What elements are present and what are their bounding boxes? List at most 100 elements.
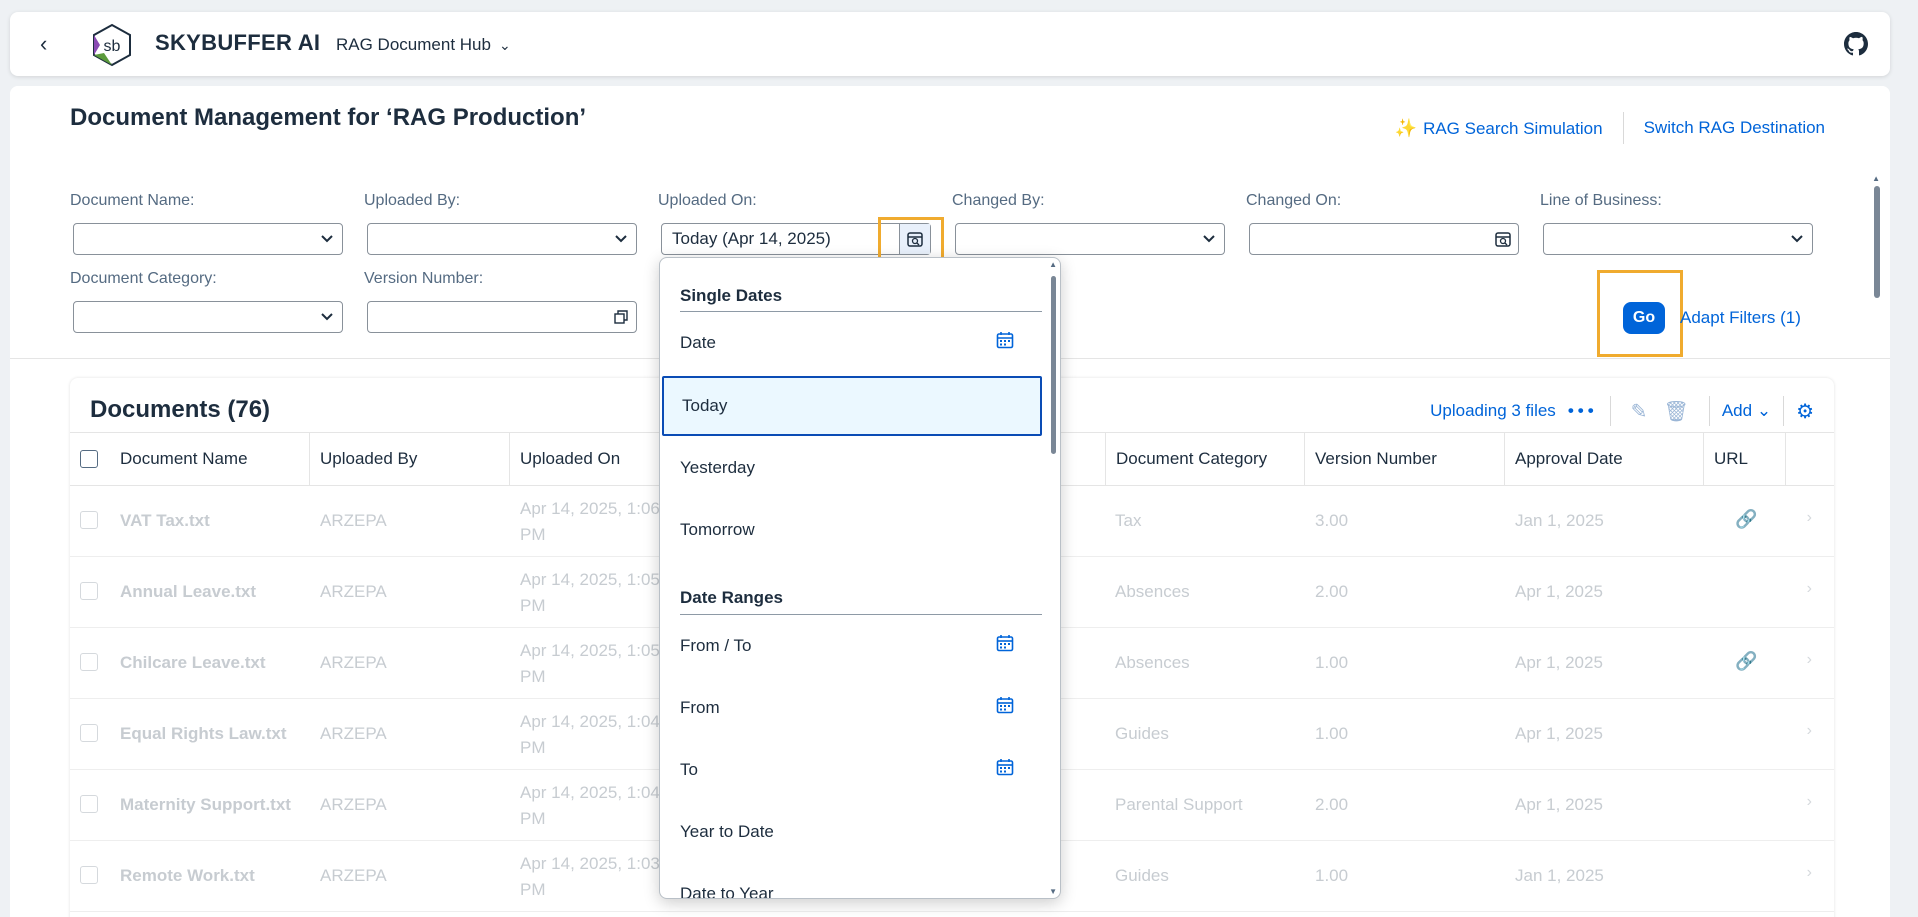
- header-actions: ✨ RAG Search Simulation Switch RAG Destin…: [1395, 112, 1825, 144]
- page-scrollbar[interactable]: [1874, 186, 1880, 298]
- chevron-right-icon[interactable]: ›: [1807, 793, 1812, 811]
- link-icon[interactable]: 🔗: [1735, 651, 1757, 672]
- approval-date-cell: Apr 1, 2025: [1515, 795, 1603, 814]
- back-icon[interactable]: ‹: [40, 33, 47, 55]
- option-today[interactable]: Today: [662, 376, 1042, 436]
- option-to[interactable]: To: [660, 740, 1044, 800]
- column-header[interactable]: Document Category: [1105, 433, 1305, 485]
- edit-icon[interactable]: ✎: [1631, 399, 1648, 424]
- option-label: Today: [682, 396, 728, 415]
- version-number-input[interactable]: [367, 301, 637, 333]
- uploaded-by-cell: ARZEPA: [320, 582, 387, 601]
- document-name-cell: Remote Work.txt: [120, 866, 255, 885]
- divider: [680, 614, 1042, 615]
- document-name-select[interactable]: [73, 223, 343, 255]
- link-icon[interactable]: 🔗: [1735, 509, 1757, 530]
- approval-date-cell: Apr 1, 2025: [1515, 582, 1603, 601]
- document-category-cell: Guides: [1115, 724, 1169, 743]
- option-yesterday[interactable]: Yesterday: [660, 438, 1044, 498]
- uploaded-on-line2: PM: [520, 596, 546, 615]
- delete-icon[interactable]: 🗑: [1663, 399, 1688, 424]
- gear-icon[interactable]: ⚙: [1796, 399, 1814, 424]
- chevron-right-icon[interactable]: ›: [1807, 651, 1812, 669]
- option-label: Tomorrow: [680, 520, 755, 539]
- app-title-menu[interactable]: RAG Document Hub ⌄: [336, 35, 511, 55]
- chevron-right-icon[interactable]: ›: [1807, 722, 1812, 740]
- line-of-business-select[interactable]: [1543, 223, 1813, 255]
- date-ranges-header: Date Ranges: [680, 588, 783, 607]
- uploaded-on-line1: Apr 14, 2025, 1:05: [520, 641, 660, 660]
- uploaded-on-cell: Apr 14, 2025, 1:05 PM: [510, 638, 660, 690]
- document-category-cell: Guides: [1115, 866, 1169, 885]
- document-category-label: Document Category:: [70, 270, 217, 287]
- row-checkbox[interactable]: [80, 653, 98, 671]
- option-date-to-year[interactable]: Date to Year: [660, 864, 1044, 898]
- option-tomorrow[interactable]: Tomorrow: [660, 500, 1044, 560]
- scroll-down-icon[interactable]: ▼: [1049, 887, 1057, 896]
- document-name-cell: Equal Rights Law.txt: [120, 724, 287, 743]
- rag-search-link[interactable]: ✨ RAG Search Simulation: [1395, 118, 1603, 139]
- uploaded-on-line2: PM: [520, 525, 546, 544]
- uploaded-on-line2: PM: [520, 880, 546, 899]
- switch-destination-link[interactable]: Switch RAG Destination: [1644, 118, 1825, 138]
- option-label: From / To: [680, 636, 752, 655]
- option-year-to-date[interactable]: Year to Date: [660, 802, 1044, 862]
- row-checkbox[interactable]: [80, 511, 98, 529]
- row-checkbox[interactable]: [80, 724, 98, 742]
- uploaded-on-line2: PM: [520, 667, 546, 686]
- chevron-down-icon: ⌄: [1756, 401, 1772, 420]
- column-header[interactable]: Uploaded On: [510, 433, 660, 485]
- uploaded-on-line1: Apr 14, 2025, 1:04: [520, 712, 660, 731]
- date-picker-icon[interactable]: [1488, 224, 1518, 254]
- column-header[interactable]: URL: [1704, 433, 1786, 485]
- date-options-popover: Single Dates Date Today Yesterday Tomorr…: [659, 257, 1061, 899]
- version-number-label: Version Number:: [364, 270, 484, 287]
- option-label: From: [680, 698, 720, 717]
- uploaded-on-cell: Apr 14, 2025, 1:04 PM: [510, 780, 660, 832]
- row-checkbox[interactable]: [80, 582, 98, 600]
- changed-by-select[interactable]: [955, 223, 1225, 255]
- add-button[interactable]: Add ⌄: [1722, 401, 1771, 421]
- document-category-cell: Parental Support: [1115, 795, 1243, 814]
- column-header[interactable]: Approval Date: [1505, 433, 1704, 485]
- column-header[interactable]: Version Number: [1305, 433, 1505, 485]
- scroll-up-icon[interactable]: ▲: [1872, 174, 1880, 183]
- row-checkbox[interactable]: [80, 866, 98, 884]
- uploaded-on-line1: Apr 14, 2025, 1:05: [520, 570, 660, 589]
- go-button[interactable]: Go: [1623, 302, 1665, 334]
- chevron-right-icon[interactable]: ›: [1807, 580, 1812, 598]
- uploaded-on-label: Uploaded On:: [658, 192, 757, 209]
- calendar-icon: [996, 634, 1014, 657]
- select-all-checkbox[interactable]: [80, 450, 98, 468]
- option-from[interactable]: From: [660, 678, 1044, 738]
- chevron-right-icon[interactable]: ›: [1807, 509, 1812, 527]
- chevron-right-icon[interactable]: ›: [1807, 864, 1812, 882]
- column-header[interactable]: Uploaded By: [310, 433, 510, 485]
- option-from-to[interactable]: From / To: [660, 616, 1044, 676]
- uploading-status[interactable]: Uploading 3 files: [1430, 401, 1556, 421]
- uploaded-by-cell: ARZEPA: [320, 795, 387, 814]
- adapt-filters-link[interactable]: Adapt Filters (1): [1680, 308, 1801, 328]
- document-category-select[interactable]: [73, 301, 343, 333]
- option-date[interactable]: Date: [660, 313, 1044, 373]
- value-help-icon[interactable]: [606, 302, 636, 332]
- version-number-cell: 3.00: [1315, 511, 1349, 530]
- uploaded-on-line2: PM: [520, 738, 546, 757]
- more-icon[interactable]: •••: [1568, 401, 1598, 421]
- line-of-business-label: Line of Business:: [1540, 192, 1662, 209]
- date-picker-icon[interactable]: [899, 224, 930, 254]
- uploaded-by-select[interactable]: [367, 223, 637, 255]
- uploaded-on-line2: PM: [520, 809, 546, 828]
- changed-on-input[interactable]: [1249, 223, 1519, 255]
- scroll-up-icon[interactable]: ▲: [1049, 260, 1057, 269]
- github-icon[interactable]: [1844, 32, 1868, 56]
- popover-scrollbar[interactable]: [1051, 276, 1056, 454]
- version-number-cell: 2.00: [1315, 795, 1349, 814]
- row-checkbox[interactable]: [80, 795, 98, 813]
- uploaded-on-input[interactable]: Today (Apr 14, 2025): [661, 223, 931, 255]
- table-toolbar: Uploading 3 files ••• ✎ 🗑 Add ⌄ ⚙: [1430, 396, 1814, 426]
- calendar-icon: [996, 758, 1014, 781]
- column-header[interactable]: Document Name: [110, 433, 310, 485]
- chevron-down-icon: ⌄: [498, 37, 511, 53]
- document-name-label: Document Name:: [70, 192, 195, 209]
